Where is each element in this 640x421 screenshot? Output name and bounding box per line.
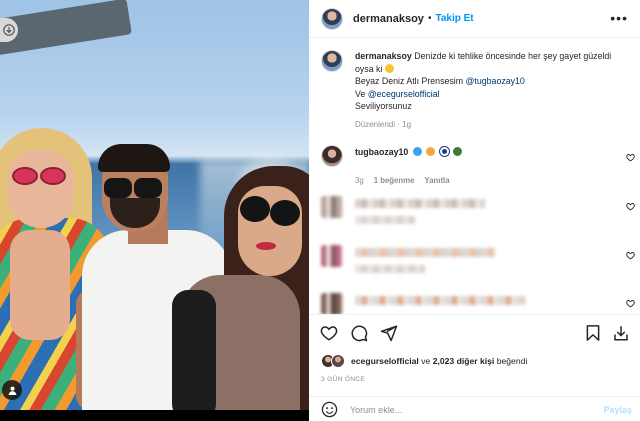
heart-icon[interactable] [626, 251, 635, 260]
emoji-icon [453, 147, 463, 156]
avatar [321, 245, 343, 267]
comments-list[interactable]: dermanaksoy Denizde ki tehlike öncesinde… [309, 38, 640, 314]
post-username[interactable]: dermanaksoy [353, 13, 424, 25]
comment-icon[interactable] [350, 324, 368, 342]
caption-line-1: Denizde ki tehlike öncesinde her şey gay… [414, 51, 612, 61]
blurred-comment-text [355, 248, 495, 257]
mention-link[interactable]: @ecegurselofficial [368, 89, 440, 99]
liker-avatars [321, 354, 347, 368]
grinning-face-icon [384, 63, 394, 73]
caption-line-5: Seviliyorsunuz [355, 101, 412, 112]
meta-dot: · [397, 119, 400, 129]
person-right-strap [172, 290, 216, 410]
emoji-icon [426, 147, 436, 156]
person-left-sunglasses [40, 167, 66, 185]
caption-age: 1g [402, 119, 412, 129]
post-timestamp: 3 GÜN ÖNCE [321, 376, 366, 383]
post-actions: ecegurselofficial ve 2,023 diğer kişi be… [309, 314, 640, 421]
person-left-skin [10, 230, 70, 340]
comment-item-blurred [321, 245, 639, 273]
caption-line-2: oysa ki [355, 63, 383, 74]
person-middle-hair [98, 144, 170, 172]
comment-age: 3g [355, 176, 364, 185]
follow-button[interactable]: Takip Et [435, 13, 473, 24]
action-icons-right [584, 324, 630, 342]
avatar[interactable] [321, 145, 343, 167]
comment-likes[interactable]: 1 beğenme [374, 176, 415, 185]
person-left-sunglasses [12, 167, 38, 185]
reply-button[interactable]: Yanıtla [424, 176, 449, 185]
avatar[interactable] [321, 50, 343, 72]
like-heart-icon[interactable] [320, 324, 338, 342]
emoji-icon [439, 147, 449, 156]
caption-meta: Düzenlendi · 1g [355, 119, 625, 132]
caption-username[interactable]: dermanaksoy [355, 51, 412, 61]
avatar[interactable] [321, 7, 343, 30]
liked-by-suffix: beğendi [496, 356, 528, 366]
download-icon[interactable] [612, 324, 630, 342]
post-caption: dermanaksoy Denizde ki tehlike öncesinde… [321, 50, 625, 132]
avatar [331, 354, 345, 368]
avatar [321, 196, 343, 218]
person-left-face [8, 150, 74, 228]
user-tag-icon[interactable] [2, 380, 22, 400]
liked-by-others[interactable]: 2,023 diğer kişi [433, 356, 495, 366]
heart-icon[interactable] [626, 153, 635, 162]
bookmark-icon[interactable] [584, 324, 602, 342]
comment-item-blurred [321, 293, 639, 314]
caption-text: dermanaksoy Denizde ki tehlike öncesinde… [355, 50, 625, 132]
caption-line-3: Beyaz Deniz Atlı Prensesim [355, 76, 466, 87]
heart-icon[interactable] [626, 202, 635, 211]
blurred-comment-meta [355, 265, 425, 273]
share-icon[interactable] [380, 324, 398, 342]
post-comment-button[interactable]: Paylaş [603, 405, 632, 415]
avatar [321, 293, 343, 314]
person-middle-sunglasses [134, 178, 162, 198]
liked-by-connector: ve [421, 356, 431, 366]
boat-canopy [0, 0, 132, 58]
blurred-comment-meta [355, 216, 415, 224]
comment-item-blurred [321, 196, 639, 224]
post-header: dermanaksoy • Takip Et ••• [309, 0, 640, 38]
blurred-comment-text [355, 199, 485, 208]
comment-input[interactable]: Yorum ekle... [350, 405, 603, 415]
heart-icon[interactable] [626, 299, 635, 308]
add-comment-bar: Yorum ekle... Paylaş [309, 396, 640, 421]
header-separator: • [427, 13, 432, 24]
liked-by-text: ecegurselofficial ve 2,023 diğer kişi be… [351, 356, 527, 366]
post-side-panel: dermanaksoy • Takip Et ••• dermanaksoy D… [309, 0, 640, 421]
liked-by-user[interactable]: ecegurselofficial [351, 356, 419, 366]
action-icons-left [320, 324, 398, 342]
person-right-lips [256, 242, 276, 250]
blurred-comment-text [355, 296, 525, 305]
caption-line-4: Ve [355, 88, 368, 99]
person-middle-sunglasses [104, 178, 132, 198]
emoji-icon[interactable] [321, 401, 338, 418]
comment-item: tugbaozay10 3g 1 beğenme Yanıtla [321, 145, 639, 185]
edited-label: Düzenlendi [355, 119, 396, 129]
verified-badge-icon [412, 147, 422, 156]
person-right-sunglasses [270, 200, 300, 226]
post-photo[interactable] [0, 0, 309, 421]
more-options-icon[interactable]: ••• [610, 11, 628, 25]
liked-by: ecegurselofficial ve 2,023 diğer kişi be… [321, 354, 527, 368]
mention-link[interactable]: @tugbaozay10 [466, 76, 525, 86]
comment-body: tugbaozay10 [355, 146, 463, 158]
person-right-sunglasses [240, 196, 270, 222]
comment-meta: 3g 1 beğenme Yanıtla [355, 176, 639, 185]
photo-scene [0, 0, 309, 410]
comment-username[interactable]: tugbaozay10 [355, 147, 408, 157]
